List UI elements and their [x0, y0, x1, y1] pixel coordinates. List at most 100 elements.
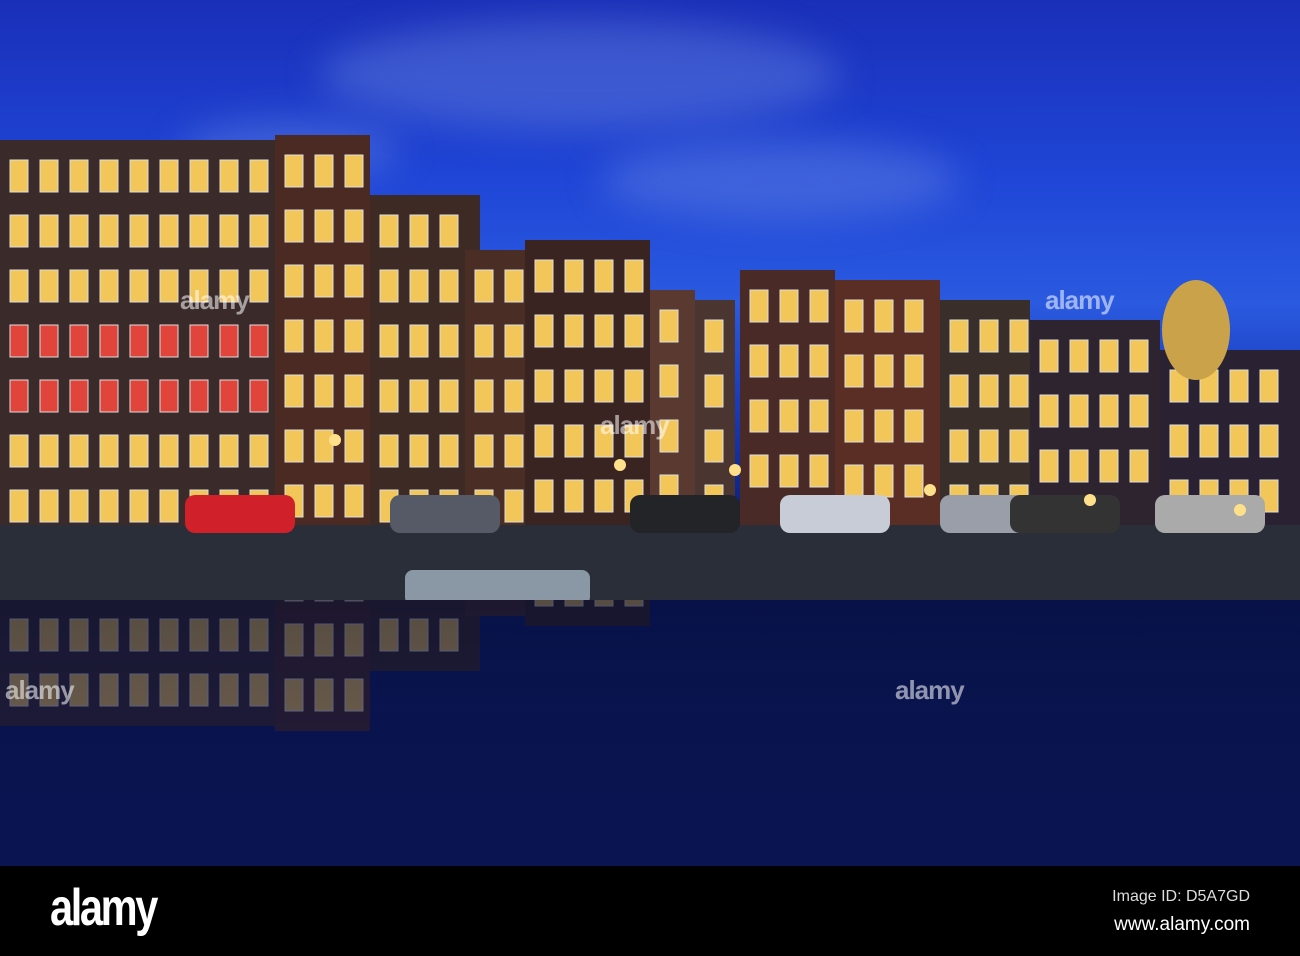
street-lamp [329, 434, 341, 446]
window [344, 429, 364, 463]
window [249, 159, 269, 193]
window [809, 454, 829, 488]
window [564, 369, 584, 403]
window [344, 484, 364, 518]
window [1009, 319, 1029, 353]
window [69, 489, 89, 523]
stock-photo-page: alamy alamy alamy alamy alamy alamy Imag… [0, 0, 1300, 956]
window [99, 159, 119, 193]
window [189, 324, 209, 358]
window [1009, 374, 1029, 408]
window [129, 434, 149, 468]
window [9, 159, 29, 193]
window [379, 379, 399, 413]
window [9, 489, 29, 523]
window [474, 434, 494, 468]
window [249, 434, 269, 468]
window [99, 324, 119, 358]
window [564, 479, 584, 513]
window [1069, 339, 1089, 373]
window [624, 259, 644, 293]
window [129, 214, 149, 248]
window [39, 159, 59, 193]
window [9, 434, 29, 468]
parked-car [185, 495, 295, 533]
window [534, 369, 554, 403]
window [624, 314, 644, 348]
window [39, 214, 59, 248]
window [1009, 429, 1029, 463]
footer-bar: alamy Image ID: D5A7GD www.alamy.com [0, 866, 1300, 956]
window [979, 429, 999, 463]
window [159, 489, 179, 523]
alamy-logo: alamy [50, 879, 158, 937]
parked-car [1155, 495, 1265, 533]
window [659, 309, 679, 343]
window [39, 434, 59, 468]
window [594, 314, 614, 348]
window [344, 319, 364, 353]
watermark: alamy [5, 675, 75, 705]
window [1099, 394, 1119, 428]
window [874, 354, 894, 388]
window [439, 379, 459, 413]
window [314, 429, 334, 463]
window [219, 379, 239, 413]
window [1199, 424, 1219, 458]
window [129, 269, 149, 303]
window [129, 159, 149, 193]
quay-wall [0, 525, 1300, 600]
window [704, 374, 724, 408]
website-link[interactable]: www.alamy.com [1114, 914, 1250, 936]
window [159, 214, 179, 248]
window [874, 299, 894, 333]
window [344, 264, 364, 298]
window [704, 429, 724, 463]
window [189, 434, 209, 468]
window [949, 319, 969, 353]
parked-car [390, 495, 500, 533]
window [9, 214, 29, 248]
window [474, 324, 494, 358]
window [314, 484, 334, 518]
window [39, 324, 59, 358]
window [949, 429, 969, 463]
window [904, 464, 924, 498]
window [904, 409, 924, 443]
window [749, 454, 769, 488]
window [39, 379, 59, 413]
window [439, 269, 459, 303]
window [379, 324, 399, 358]
window [474, 269, 494, 303]
window [159, 159, 179, 193]
street-lamp [729, 464, 741, 476]
window [504, 269, 524, 303]
parked-car [630, 495, 740, 533]
window [1069, 449, 1089, 483]
window [1099, 449, 1119, 483]
window [904, 299, 924, 333]
window [314, 319, 334, 353]
window [779, 344, 799, 378]
window [979, 374, 999, 408]
church-dome [1162, 280, 1230, 380]
window [504, 434, 524, 468]
canal-night-photo: alamy alamy alamy alamy alamy [0, 0, 1300, 866]
window [504, 379, 524, 413]
window [409, 214, 429, 248]
window [284, 374, 304, 408]
window [979, 319, 999, 353]
window [379, 434, 399, 468]
window [99, 379, 119, 413]
window [314, 374, 334, 408]
window [189, 379, 209, 413]
window [534, 259, 554, 293]
window [284, 429, 304, 463]
window [159, 434, 179, 468]
window [949, 374, 969, 408]
window [1169, 424, 1189, 458]
window [219, 434, 239, 468]
window [129, 379, 149, 413]
window [659, 364, 679, 398]
watermark: alamy [180, 285, 250, 315]
